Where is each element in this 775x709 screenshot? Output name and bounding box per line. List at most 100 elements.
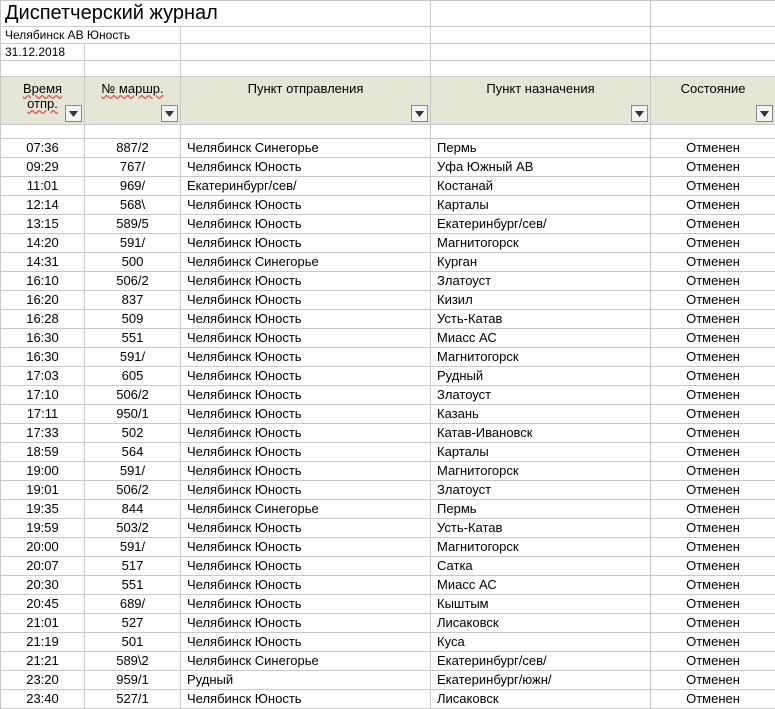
cell-departure: Челябинск Юность [181, 367, 431, 386]
cell-status: Отменен [651, 234, 775, 253]
cell-destination: Екатеринбург/сев/ [431, 215, 651, 234]
table-row: 13:15589/5Челябинск ЮностьЕкатеринбург/с… [1, 215, 775, 234]
table-row: 17:03605Челябинск ЮностьРудныйОтменен [1, 367, 775, 386]
table-row: 20:45689/Челябинск ЮностьКыштымОтменен [1, 595, 775, 614]
filter-button-destination[interactable] [631, 105, 648, 122]
cell-time: 16:30 [1, 329, 85, 348]
cell-route: 500 [85, 253, 181, 272]
cell-destination: Магнитогорск [431, 348, 651, 367]
dispatch-log-table: Диспетчерский журнал Челябинск АВ Юность… [0, 0, 775, 709]
cell-route: 506/2 [85, 481, 181, 500]
cell-time: 16:30 [1, 348, 85, 367]
cell-departure: Челябинск Юность [181, 291, 431, 310]
cell-status: Отменен [651, 614, 775, 633]
cell-route: 591/ [85, 462, 181, 481]
cell-status: Отменен [651, 367, 775, 386]
cell-status: Отменен [651, 272, 775, 291]
col-header-destination-label: Пункт назначения [486, 81, 594, 96]
col-header-departure: Пункт отправления [181, 77, 431, 125]
cell-destination: Пермь [431, 139, 651, 158]
cell-route: 591/ [85, 538, 181, 557]
cell-departure: Челябинск Юность [181, 348, 431, 367]
cell-status: Отменен [651, 500, 775, 519]
cell-time: 19:01 [1, 481, 85, 500]
cell-status: Отменен [651, 519, 775, 538]
cell-route: 527 [85, 614, 181, 633]
table-row: 17:11950/1Челябинск ЮностьКазаньОтменен [1, 405, 775, 424]
cell-departure: Челябинск Юность [181, 481, 431, 500]
cell-status: Отменен [651, 405, 775, 424]
cell-destination: Усть-Катав [431, 310, 651, 329]
col-header-departure-label: Пункт отправления [248, 81, 364, 96]
cell-status: Отменен [651, 443, 775, 462]
cell-route: 837 [85, 291, 181, 310]
cell-status: Отменен [651, 386, 775, 405]
cell-route: 502 [85, 424, 181, 443]
cell-time: 14:31 [1, 253, 85, 272]
cell-time: 20:30 [1, 576, 85, 595]
cell-time: 18:59 [1, 443, 85, 462]
col-header-time-label: Времяотпр. [23, 81, 62, 111]
cell-departure: Челябинск Юность [181, 519, 431, 538]
date-row: 31.12.2018 [1, 44, 775, 61]
header-row: Времяотпр. № маршр. Пункт отправления Пу… [1, 77, 775, 125]
cell-time: 16:28 [1, 310, 85, 329]
cell-destination: Карталы [431, 196, 651, 215]
cell-time: 07:36 [1, 139, 85, 158]
cell-status: Отменен [651, 139, 775, 158]
cell-route: 568\ [85, 196, 181, 215]
table-row: 21:21589\2Челябинск СинегорьеЕкатеринбур… [1, 652, 775, 671]
filter-button-time[interactable] [65, 105, 82, 122]
cell-destination: Кизил [431, 291, 651, 310]
cell-time: 16:20 [1, 291, 85, 310]
cell-status: Отменен [651, 215, 775, 234]
cell-status: Отменен [651, 671, 775, 690]
cell-departure: Челябинск Юность [181, 576, 431, 595]
station-row: Челябинск АВ Юность [1, 27, 775, 44]
cell-time: 23:20 [1, 671, 85, 690]
cell-time: 12:14 [1, 196, 85, 215]
cell-destination: Магнитогорск [431, 538, 651, 557]
cell-destination: Лисаковск [431, 614, 651, 633]
chevron-down-icon [415, 111, 424, 117]
cell-departure: Челябинск Юность [181, 158, 431, 177]
cell-destination: Златоуст [431, 481, 651, 500]
cell-destination: Лисаковск [431, 690, 651, 709]
cell-departure: Челябинск Юность [181, 405, 431, 424]
table-row: 18:59564Челябинск ЮностьКарталыОтменен [1, 443, 775, 462]
cell-status: Отменен [651, 557, 775, 576]
cell-status: Отменен [651, 253, 775, 272]
table-row: 09:29767/Челябинск ЮностьУфа Южный АВОтм… [1, 158, 775, 177]
cell-status: Отменен [651, 291, 775, 310]
cell-destination: Миасс АС [431, 576, 651, 595]
cell-route: 950/1 [85, 405, 181, 424]
cell-route: 551 [85, 329, 181, 348]
table-row: 17:10506/2Челябинск ЮностьЗлатоустОтмене… [1, 386, 775, 405]
cell-destination: Уфа Южный АВ [431, 158, 651, 177]
table-row: 14:20591/Челябинск ЮностьМагнитогорскОтм… [1, 234, 775, 253]
cell-route: 564 [85, 443, 181, 462]
cell-destination: Казань [431, 405, 651, 424]
cell-time: 14:20 [1, 234, 85, 253]
cell-departure: Челябинск Синегорье [181, 500, 431, 519]
table-row: 14:31500Челябинск СинегорьеКурганОтменен [1, 253, 775, 272]
cell-departure: Челябинск Юность [181, 462, 431, 481]
cell-departure: Челябинск Юность [181, 538, 431, 557]
filter-button-route[interactable] [161, 105, 178, 122]
cell-time: 21:21 [1, 652, 85, 671]
cell-status: Отменен [651, 329, 775, 348]
cell-time: 09:29 [1, 158, 85, 177]
cell-departure: Челябинск Юность [181, 272, 431, 291]
col-header-route-label: № маршр. [101, 81, 163, 96]
cell-departure: Челябинск Юность [181, 633, 431, 652]
filter-button-status[interactable] [756, 105, 773, 122]
cell-time: 17:03 [1, 367, 85, 386]
title-row: Диспетчерский журнал [1, 1, 775, 27]
cell-departure: Екатеринбург/сев/ [181, 177, 431, 196]
filter-button-departure[interactable] [411, 105, 428, 122]
cell-route: 589\2 [85, 652, 181, 671]
table-row: 16:30551Челябинск ЮностьМиасс АСОтменен [1, 329, 775, 348]
cell-departure: Челябинск Юность [181, 215, 431, 234]
cell-departure: Челябинск Юность [181, 557, 431, 576]
cell-time: 17:33 [1, 424, 85, 443]
